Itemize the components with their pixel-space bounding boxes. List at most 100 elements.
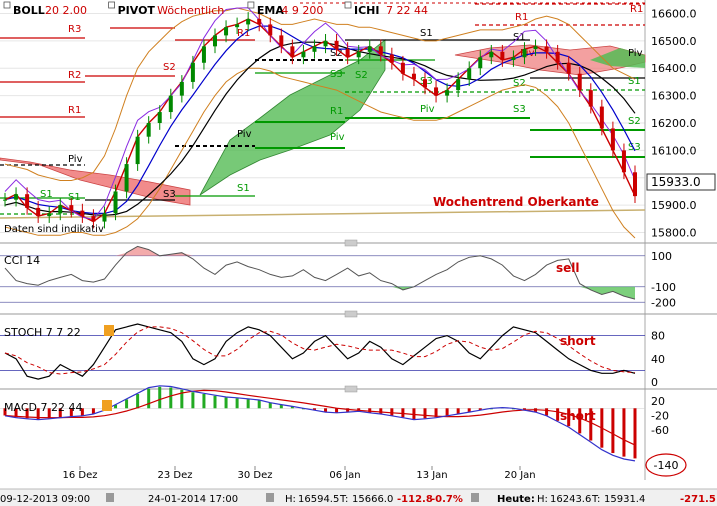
x-tick-label: 06 Jan (329, 470, 360, 481)
candle-body (456, 79, 461, 91)
weekly-trend-annotation: Wochentrend Oberkante (433, 195, 599, 209)
y-tick-label: 16400.0 (651, 62, 697, 75)
candle-body (434, 87, 439, 96)
pivot-label: R1 (330, 106, 343, 117)
pivot-label: R1 (515, 12, 528, 23)
toolbar-item-params: 7 22 44 (386, 4, 428, 17)
pivot-label: R3 (68, 24, 81, 35)
candle-body (356, 51, 361, 58)
candle-body (599, 106, 604, 129)
y-tick-label: 16600.0 (651, 7, 697, 20)
toolbar-item-name[interactable]: BOLL (13, 4, 45, 17)
candle-body (69, 205, 74, 211)
candle-body (246, 18, 251, 25)
status-start-date: 09-12-2013 09:00 (0, 494, 90, 505)
macd-histogram-bar (556, 408, 560, 421)
candle-body (268, 24, 273, 36)
stoch-tick-label: 40 (651, 353, 665, 366)
stoch-warning-icon (104, 325, 114, 336)
calendar-icon-start[interactable] (106, 493, 114, 502)
y-tick-label: 16300.0 (651, 90, 697, 103)
y-tick-label: 15900.0 (651, 199, 697, 212)
candle-body (47, 213, 52, 217)
macd-histogram-bar (246, 399, 250, 409)
candle-body (489, 51, 494, 58)
pivot-label: S3 (628, 142, 641, 153)
candle-body (323, 40, 328, 47)
macd-last-value: -140 (654, 459, 679, 472)
candle-body (588, 90, 593, 107)
status-end-date: 24-01-2014 17:00 (148, 494, 238, 505)
macd-histogram-bar (235, 398, 239, 409)
macd-histogram-bar (456, 408, 460, 414)
pivot-label: S3 (163, 189, 176, 200)
macd-tick-label: 20 (651, 395, 665, 408)
pivot-label: S1 (40, 189, 53, 200)
candle-body (467, 68, 472, 80)
macd-histogram-bar (202, 394, 206, 409)
stoch-title: STOCH 7 7 22 (4, 326, 81, 339)
candle-body (146, 123, 151, 137)
calendar-icon-end[interactable] (266, 493, 274, 502)
candle-body (445, 90, 450, 96)
toolbar-item-params: 20 2.00 (45, 4, 87, 17)
candle-body (367, 46, 372, 52)
candle-body (80, 210, 85, 217)
status-change-pct: -0.7% (431, 494, 463, 505)
panel-resize-handle[interactable] (344, 239, 358, 247)
macd-histogram-bar (169, 387, 173, 409)
candle-body (179, 81, 184, 96)
macd-histogram-bar (268, 402, 272, 409)
candle-body (113, 191, 118, 214)
info-icon[interactable] (471, 493, 479, 502)
macd-warning-icon (102, 400, 112, 411)
candle-body (621, 150, 626, 173)
panel-resize-handle[interactable] (344, 385, 358, 393)
toolbar-item-name[interactable]: PIVOT (118, 4, 156, 17)
toolbar-item-name[interactable]: EMA (257, 4, 284, 17)
toolbar-item-params: 4 9 200 (281, 4, 323, 17)
status-today-low: 15931.4 (604, 494, 645, 505)
pivot-label: S3 (513, 104, 526, 115)
toolbar-checkbox (108, 1, 115, 9)
last-price-label: 15933.0 (651, 175, 701, 189)
macd-histogram-bar (611, 408, 615, 454)
x-tick-label: 30 Dez (237, 470, 272, 481)
toolbar-checkbox (344, 1, 352, 9)
pivot-label: S2 (163, 62, 176, 73)
pivot-label: S1 (237, 183, 250, 194)
pivot-label: Piv (628, 48, 643, 59)
x-tick-label: 23 Dez (157, 470, 192, 481)
pivot-label: S3 (330, 69, 343, 80)
macd-title: MACD 7 22 44 (4, 401, 82, 414)
panel-resize-handle[interactable] (344, 310, 358, 318)
pivot-label: R2 (68, 70, 81, 81)
candle-body (389, 54, 394, 63)
status-low-value: 15666.0 (352, 494, 393, 505)
candle-body (544, 46, 549, 52)
y-tick-label: 16200.0 (651, 117, 697, 130)
pivot-label: Piv (68, 154, 83, 165)
candle-body (235, 24, 240, 28)
candle-body (633, 172, 637, 197)
candle-body (478, 57, 483, 69)
trading-chart: 16600.0 16500.0 16400.0 16300.0 16200.0 16100… (0, 0, 717, 506)
candle-body (102, 213, 107, 222)
candle-body (224, 27, 229, 36)
macd-histogram-bar (147, 388, 151, 409)
macd-histogram-bar (622, 408, 626, 457)
cci-signal: sell (556, 261, 580, 275)
candle-body (400, 62, 405, 74)
candle-body (610, 128, 615, 151)
macd-histogram-bar (379, 408, 383, 414)
candle-body (511, 57, 516, 61)
pivot-label: Piv (420, 104, 435, 115)
macd-histogram-bar (158, 386, 162, 409)
candle-body (533, 46, 538, 50)
candle-body (566, 62, 571, 74)
macd-histogram-bar (136, 394, 140, 409)
status-low-label: T: (339, 494, 348, 505)
toolbar-item-name[interactable]: ICHI (354, 4, 379, 17)
candle-body (213, 35, 217, 47)
status-high-label: H: (285, 494, 296, 505)
